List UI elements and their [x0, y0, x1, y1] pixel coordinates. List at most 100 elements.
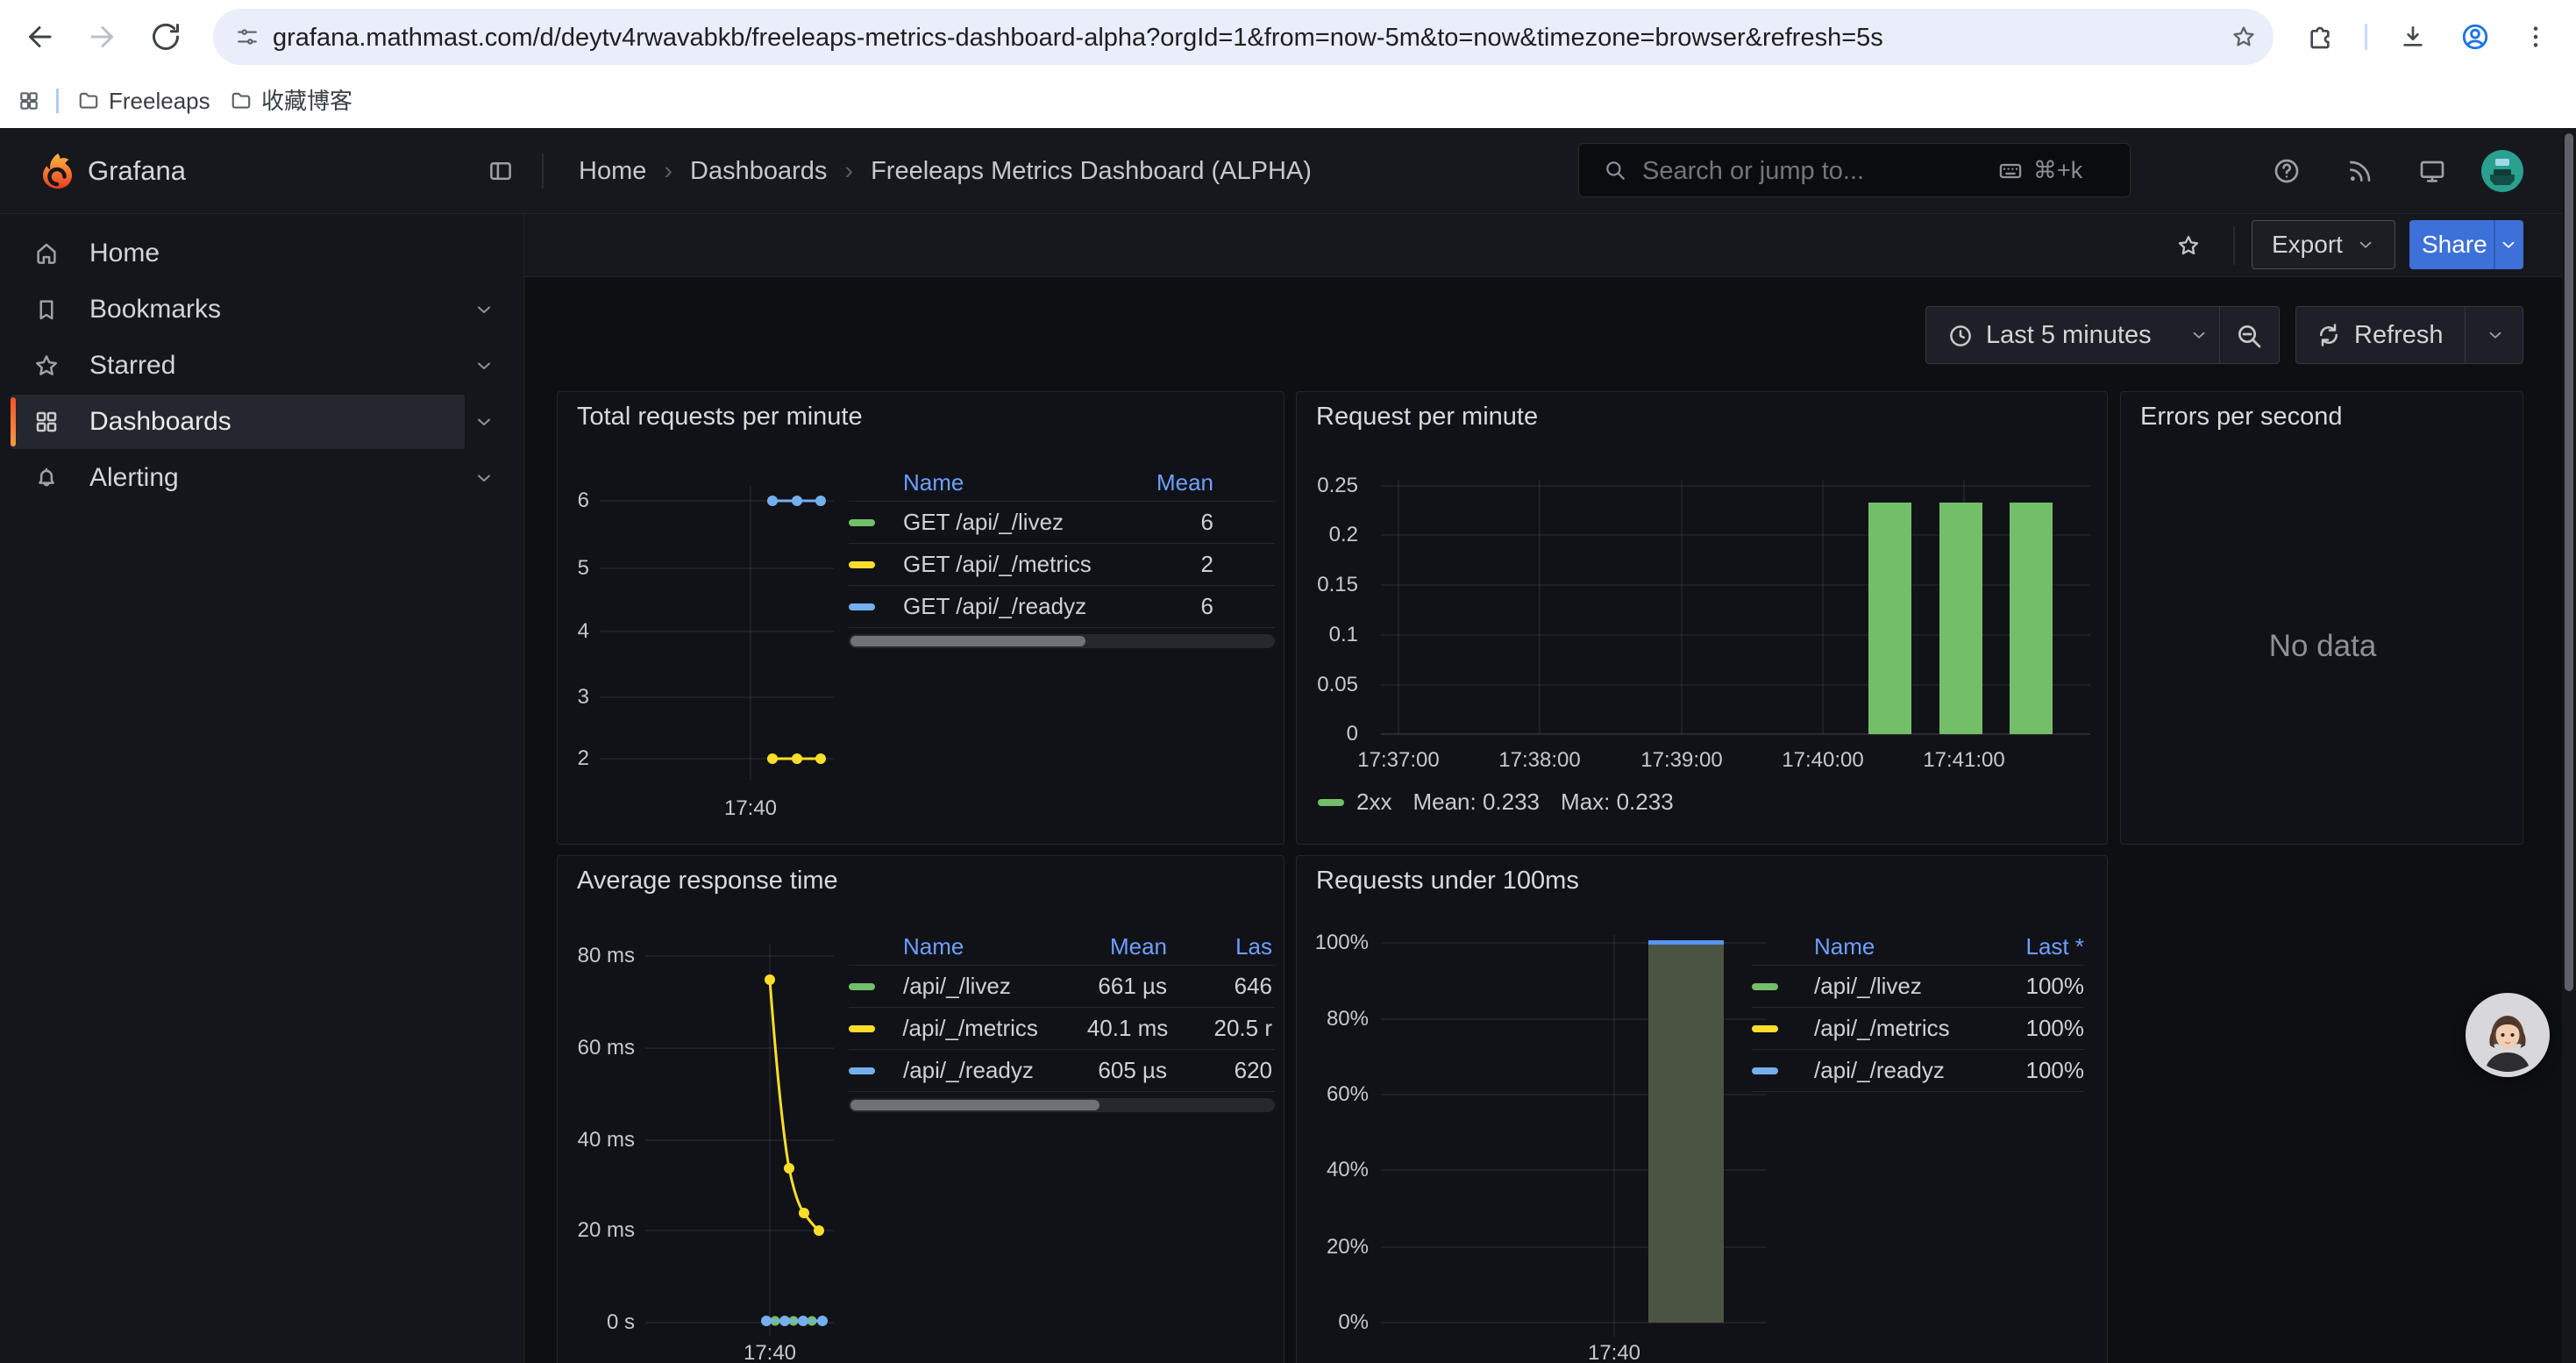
legend-row[interactable]: GET /api/_/readyz 6 [849, 586, 1275, 628]
panel-title[interactable]: Errors per second [2140, 403, 2343, 432]
chevron-down-icon [2356, 235, 2375, 254]
chevron-down-icon[interactable] [473, 411, 495, 432]
legend-header-last[interactable]: Last * [1970, 933, 2084, 960]
sidebar-item-starred[interactable]: Starred [0, 339, 524, 393]
site-settings-icon[interactable] [236, 25, 259, 48]
legend-row[interactable]: /api/_/readyz 605 µs 620 [849, 1050, 1275, 1092]
no-data-message: No data [2121, 629, 2523, 664]
x-tick: 17:38:00 [1478, 747, 1601, 774]
share-menu-chevron-icon[interactable] [2499, 235, 2518, 254]
sidebar-item-label: Bookmarks [89, 282, 221, 337]
user-avatar[interactable] [2481, 150, 2523, 192]
monitor-icon[interactable] [2418, 157, 2446, 185]
panel-title[interactable]: Requests under 100ms [1316, 867, 1579, 896]
zoom-out-icon[interactable] [2235, 322, 2263, 350]
bookmark-star-icon[interactable] [2231, 25, 2256, 49]
reload-icon[interactable] [150, 21, 181, 53]
breadcrumb-home[interactable]: Home [579, 157, 646, 186]
sidebar-item-home[interactable]: Home [0, 226, 524, 281]
search-box[interactable]: ⌘+k [1578, 143, 2131, 197]
breadcrumb-dashboards[interactable]: Dashboards [690, 157, 827, 186]
active-item-highlight [11, 395, 465, 449]
sidebar-item-bookmarks[interactable]: Bookmarks [0, 282, 524, 337]
breadcrumb-current: Freeleaps Metrics Dashboard (ALPHA) [871, 157, 1312, 186]
refresh-button[interactable]: Refresh [2295, 306, 2523, 364]
series-swatch [1752, 1025, 1778, 1032]
share-label: Share [2422, 220, 2487, 269]
legend-scrollbar[interactable] [849, 634, 1275, 648]
refresh-interval-chevron-icon[interactable] [2486, 325, 2505, 345]
legend-header-mean[interactable]: Mean [1035, 933, 1167, 960]
legend-header-last[interactable]: Las [1167, 933, 1275, 960]
grafana-logo[interactable] [39, 152, 76, 190]
legend-item[interactable]: 2xx [1318, 789, 1391, 816]
legend-row[interactable]: /api/_/livez 661 µs 646 [849, 966, 1275, 1008]
url-bar[interactable] [213, 9, 2274, 65]
forward-icon[interactable] [87, 21, 118, 53]
sidebar-item-alerting[interactable]: Alerting [0, 451, 524, 505]
series-swatch [849, 1067, 875, 1074]
series-name: GET /api/_/readyz [903, 593, 1108, 620]
legend-header-name[interactable]: Name [903, 469, 1108, 496]
legend-table: Name Mean GET /api/_/livez 6 GET /api/_/… [849, 464, 1275, 628]
legend-header-mean[interactable]: Mean [1108, 469, 1275, 496]
rss-icon[interactable] [2346, 157, 2374, 185]
sidebar-item-dashboards[interactable]: Dashboards [0, 395, 524, 449]
search-input[interactable] [1640, 144, 1977, 198]
browser-profile-icon[interactable] [2460, 22, 2490, 52]
favorite-star-icon[interactable] [2176, 233, 2201, 258]
browser-menu-icon[interactable] [2522, 23, 2550, 51]
extensions-icon[interactable] [2306, 23, 2334, 51]
breadcrumb-separator: › [844, 157, 853, 186]
chevron-down-icon[interactable] [473, 355, 495, 376]
toolbar-divider [2365, 24, 2367, 50]
series-max: Max: 0.233 [1561, 789, 1674, 816]
sidebar: Home Bookmarks Starred Dashboards [0, 214, 524, 1363]
apps-grid-icon[interactable] [18, 89, 40, 112]
series-name: /api/_/metrics [902, 1015, 1038, 1042]
chevron-down-icon[interactable] [473, 467, 495, 489]
bookmark-folder-freeleaps[interactable]: Freeleaps [109, 74, 210, 128]
sidebar-item-label: Home [89, 226, 160, 281]
search-icon [1604, 159, 1626, 182]
sidebar-item-label: Alerting [89, 451, 179, 505]
panel-title[interactable]: Request per minute [1316, 403, 1538, 432]
export-button[interactable]: Export [2252, 220, 2395, 269]
legend-table: Name Last * /api/_/livez 100% /api/_/met… [1752, 928, 2084, 1092]
dock-sidebar-icon[interactable] [487, 158, 514, 184]
floating-avatar[interactable] [2466, 993, 2550, 1077]
y-tick: 40% [1297, 1157, 1369, 1183]
legend-row[interactable]: /api/_/readyz 100% [1752, 1050, 2084, 1092]
y-tick: 20% [1297, 1234, 1369, 1260]
panel-title[interactable]: Average response time [577, 867, 838, 896]
series-swatch [1752, 1067, 1778, 1074]
series-last: 620 [1167, 1057, 1275, 1084]
chevron-down-icon[interactable] [473, 299, 495, 320]
sidebar-item-label: Starred [89, 339, 175, 393]
series-swatch [849, 603, 875, 610]
help-icon[interactable] [2273, 157, 2301, 185]
url-input[interactable] [271, 9, 2195, 67]
download-icon[interactable] [2399, 23, 2427, 51]
legend-header-name[interactable]: Name [1814, 933, 1970, 960]
legend-row[interactable]: /api/_/livez 100% [1752, 966, 2084, 1008]
legend-row[interactable]: GET /api/_/livez 6 [849, 502, 1275, 544]
grafana-header: Grafana Home › Dashboards › Freeleaps Me… [0, 128, 2576, 214]
legend-scrollbar[interactable] [849, 1098, 1275, 1112]
series-name: /api/_/metrics [1814, 1015, 1970, 1042]
sidebar-item-label: Dashboards [89, 395, 231, 449]
bookmark-folder-blogs[interactable]: 收藏博客 [261, 74, 352, 128]
legend-row[interactable]: GET /api/_/metrics 2 [849, 544, 1275, 586]
scrollbar-thumb[interactable] [2565, 133, 2573, 991]
page-scrollbar[interactable] [2562, 128, 2576, 1363]
time-range-picker[interactable]: Last 5 minutes [1925, 306, 2280, 364]
legend-header-name[interactable]: Name [903, 933, 1035, 960]
back-icon[interactable] [24, 21, 55, 53]
legend-row[interactable]: /api/_/metrics 40.1 ms 20.5 r [849, 1008, 1275, 1050]
panel-title[interactable]: Total requests per minute [577, 403, 863, 432]
share-button[interactable]: Share [2409, 220, 2523, 269]
bar-chart[interactable] [1297, 392, 2108, 845]
bell-icon [33, 465, 60, 491]
refresh-icon [2316, 322, 2342, 348]
legend-row[interactable]: /api/_/metrics 100% [1752, 1008, 2084, 1050]
